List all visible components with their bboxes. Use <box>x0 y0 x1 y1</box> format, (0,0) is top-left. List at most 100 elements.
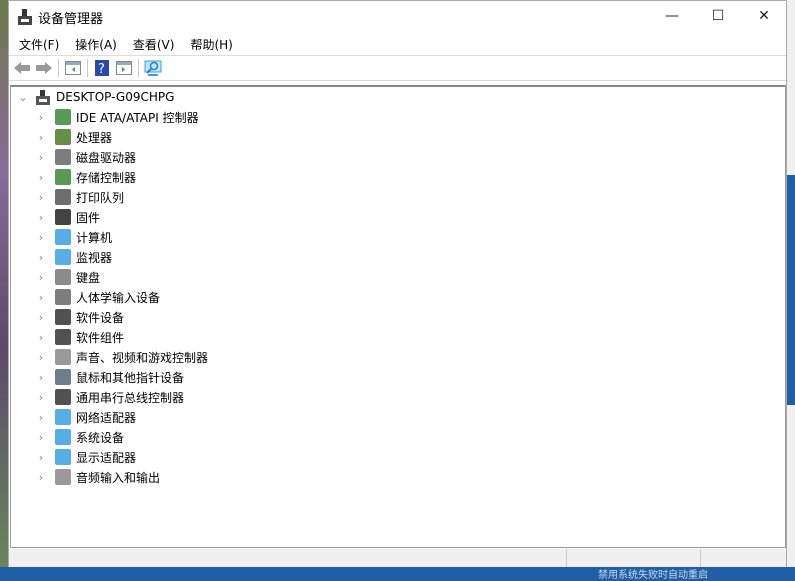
tree-item-label: 人体学输入设备 <box>76 290 161 305</box>
tree-item-label: 键盘 <box>76 270 101 285</box>
tree-root-label: DESKTOP-G09CHPG <box>56 90 175 104</box>
action-pane-button[interactable] <box>113 58 135 78</box>
processor-icon <box>55 129 71 145</box>
tree-item-label: 软件组件 <box>76 330 125 345</box>
usb-icon <box>55 389 71 405</box>
chevron-right-icon[interactable]: › <box>35 171 47 184</box>
chevron-right-icon[interactable]: › <box>35 371 47 384</box>
chevron-right-icon[interactable]: › <box>35 251 47 264</box>
tree-item[interactable]: › 软件设备 <box>35 307 124 327</box>
device-manager-window: 设备管理器 — ☐ ✕ 文件(F) 操作(A) 查看(V) 帮助(H) ? ⌄ … <box>8 0 787 567</box>
chevron-right-icon[interactable]: › <box>35 351 47 364</box>
ide-controller-icon <box>55 109 71 125</box>
printer-icon <box>55 189 71 205</box>
chevron-right-icon[interactable]: › <box>35 271 47 284</box>
chevron-right-icon[interactable]: › <box>35 191 47 204</box>
tree-item-label: 声音、视频和游戏控制器 <box>76 350 209 365</box>
tree-item[interactable]: › 计算机 <box>35 227 112 247</box>
tree-item[interactable]: › 键盘 <box>35 267 100 287</box>
toolbar-separator <box>87 59 88 77</box>
chevron-right-icon[interactable]: › <box>35 111 47 124</box>
title-bar[interactable]: 设备管理器 — ☐ ✕ <box>9 1 786 33</box>
window-title: 设备管理器 <box>38 12 104 27</box>
action-pane-icon <box>116 61 132 75</box>
svg-text:?: ? <box>98 62 105 76</box>
back-arrow-icon <box>14 62 30 74</box>
tree-item[interactable]: › 处理器 <box>35 127 112 147</box>
chevron-right-icon[interactable]: › <box>35 131 47 144</box>
tree-root[interactable]: ⌄ DESKTOP-G09CHPG <box>17 87 174 107</box>
tree-item[interactable]: › 鼠标和其他指针设备 <box>35 367 184 387</box>
storage-controller-icon <box>55 169 71 185</box>
tree-item[interactable]: › 打印队列 <box>35 187 124 207</box>
show-hide-console-tree-button[interactable] <box>62 58 84 78</box>
tree-item[interactable]: › 声音、视频和游戏控制器 <box>35 347 208 367</box>
tree-item-label: 存储控制器 <box>76 170 137 185</box>
system-device-icon <box>55 429 71 445</box>
tree-item[interactable]: › 软件组件 <box>35 327 124 347</box>
firmware-icon <box>55 209 71 225</box>
chevron-right-icon[interactable]: › <box>35 451 47 464</box>
chevron-down-icon[interactable]: ⌄ <box>17 91 29 104</box>
tree-item-label: 监视器 <box>76 250 113 265</box>
maximize-button[interactable]: ☐ <box>695 1 741 31</box>
tree-item[interactable]: › 系统设备 <box>35 427 124 447</box>
device-manager-icon <box>18 9 32 25</box>
status-bar <box>9 549 786 567</box>
back-button[interactable] <box>11 58 33 78</box>
mouse-icon <box>55 369 71 385</box>
status-pane <box>9 549 567 567</box>
hid-icon <box>55 289 71 305</box>
scan-monitor-icon <box>144 60 162 76</box>
menu-bar: 文件(F) 操作(A) 查看(V) 帮助(H) <box>9 33 786 55</box>
tree-item[interactable]: › 监视器 <box>35 247 112 267</box>
menu-action[interactable]: 操作(A) <box>67 33 125 55</box>
forward-arrow-icon <box>36 62 52 74</box>
chevron-right-icon[interactable]: › <box>35 331 47 344</box>
chevron-right-icon[interactable]: › <box>35 211 47 224</box>
tree-item[interactable]: › IDE ATA/ATAPI 控制器 <box>35 107 199 127</box>
tree-item-label: 通用串行总线控制器 <box>76 390 185 405</box>
disk-drive-icon <box>55 149 71 165</box>
scan-hardware-button[interactable] <box>142 58 164 78</box>
minimize-button[interactable]: — <box>649 1 695 31</box>
chevron-right-icon[interactable]: › <box>35 291 47 304</box>
menu-file[interactable]: 文件(F) <box>11 33 67 55</box>
tree-item[interactable]: › 音频输入和输出 <box>35 467 160 487</box>
tree-item[interactable]: › 显示适配器 <box>35 447 136 467</box>
close-button[interactable]: ✕ <box>741 1 787 31</box>
status-pane <box>701 549 786 567</box>
chevron-right-icon[interactable]: › <box>35 151 47 164</box>
computer-icon <box>55 229 71 245</box>
menu-view[interactable]: 查看(V) <box>125 33 183 55</box>
toolbar-separator <box>138 59 139 77</box>
help-button[interactable]: ? <box>91 58 113 78</box>
computer-root-icon <box>36 90 50 105</box>
tree-item[interactable]: › 网络适配器 <box>35 407 136 427</box>
help-icon: ? <box>95 60 109 76</box>
background-window <box>787 0 795 579</box>
audio-io-icon <box>55 469 71 485</box>
menu-help[interactable]: 帮助(H) <box>182 33 240 55</box>
chevron-right-icon[interactable]: › <box>35 391 47 404</box>
software-component-icon <box>55 329 71 345</box>
tree-item-label: 软件设备 <box>76 310 125 325</box>
software-device-icon <box>55 309 71 325</box>
tree-item-label: 音频输入和输出 <box>76 470 161 485</box>
chevron-right-icon[interactable]: › <box>35 431 47 444</box>
tree-item-label: 系统设备 <box>76 430 125 445</box>
toolbar: ? <box>9 55 786 81</box>
tree-item[interactable]: › 存储控制器 <box>35 167 136 187</box>
status-pane <box>567 549 701 567</box>
tree-item[interactable]: › 磁盘驱动器 <box>35 147 136 167</box>
forward-button[interactable] <box>33 58 55 78</box>
monitor-icon <box>55 249 71 265</box>
chevron-right-icon[interactable]: › <box>35 471 47 484</box>
tree-item[interactable]: › 通用串行总线控制器 <box>35 387 184 407</box>
tree-item[interactable]: › 固件 <box>35 207 100 227</box>
chevron-right-icon[interactable]: › <box>35 311 47 324</box>
tree-item-label: 显示适配器 <box>76 450 137 465</box>
tree-item[interactable]: › 人体学输入设备 <box>35 287 160 307</box>
chevron-right-icon[interactable]: › <box>35 231 47 244</box>
chevron-right-icon[interactable]: › <box>35 411 47 424</box>
